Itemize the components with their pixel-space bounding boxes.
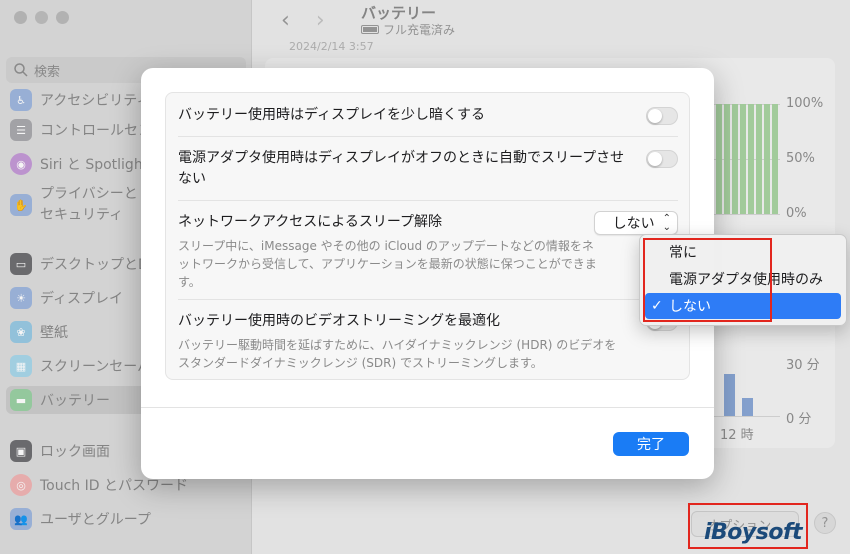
options-group: バッテリー使用時はディスプレイを少し暗くする 電源アダプタ使用時はディスプレイが… bbox=[165, 92, 690, 380]
option-title: 電源アダプタ使用時はディスプレイがオフのときに自動でスリープさせない bbox=[178, 150, 625, 187]
option-row-video-streaming: バッテリー使用時のビデオストリーミングを最適化 バッテリー駆動時間を延ばすために… bbox=[178, 311, 678, 372]
option-title: バッテリー使用時のビデオストリーミングを最適化 bbox=[178, 313, 500, 329]
option-row-wake-network: ネットワークアクセスによるスリープ解除 スリープ中に、iMessage やその他… bbox=[178, 211, 678, 291]
options-sheet: バッテリー使用時はディスプレイを少し暗くする 電源アダプタ使用時はディスプレイが… bbox=[141, 68, 714, 479]
row-separator bbox=[178, 299, 678, 300]
option-description: バッテリー駆動時間を延ばすために、ハイダイナミックレンジ (HDR) のビデオを… bbox=[178, 338, 617, 370]
chevron-updown-icon: ⌃ ⌄ bbox=[662, 213, 671, 233]
highlight-box-menu bbox=[643, 238, 772, 322]
option-title: バッテリー使用時はディスプレイを少し暗くする bbox=[178, 107, 486, 123]
row-separator bbox=[178, 136, 678, 137]
prevent-sleep-toggle[interactable] bbox=[646, 150, 678, 168]
option-row-prevent-sleep: 電源アダプタ使用時はディスプレイがオフのときに自動でスリープさせない bbox=[178, 148, 678, 190]
wake-network-popup[interactable]: しない ⌃ ⌄ bbox=[594, 211, 678, 235]
option-title: ネットワークアクセスによるスリープ解除 bbox=[178, 214, 443, 230]
popup-value: しない bbox=[612, 216, 655, 232]
row-separator bbox=[178, 200, 678, 201]
dim-display-toggle[interactable] bbox=[646, 107, 678, 125]
option-description: スリープ中に、iMessage やその他の iCloud のアップデートなどの情… bbox=[178, 239, 597, 289]
done-button[interactable]: 完了 bbox=[613, 432, 689, 456]
sheet-separator bbox=[141, 407, 714, 408]
option-row-dim-display: バッテリー使用時はディスプレイを少し暗くする bbox=[178, 105, 678, 126]
watermark-logo: iBoysoft bbox=[704, 520, 803, 545]
